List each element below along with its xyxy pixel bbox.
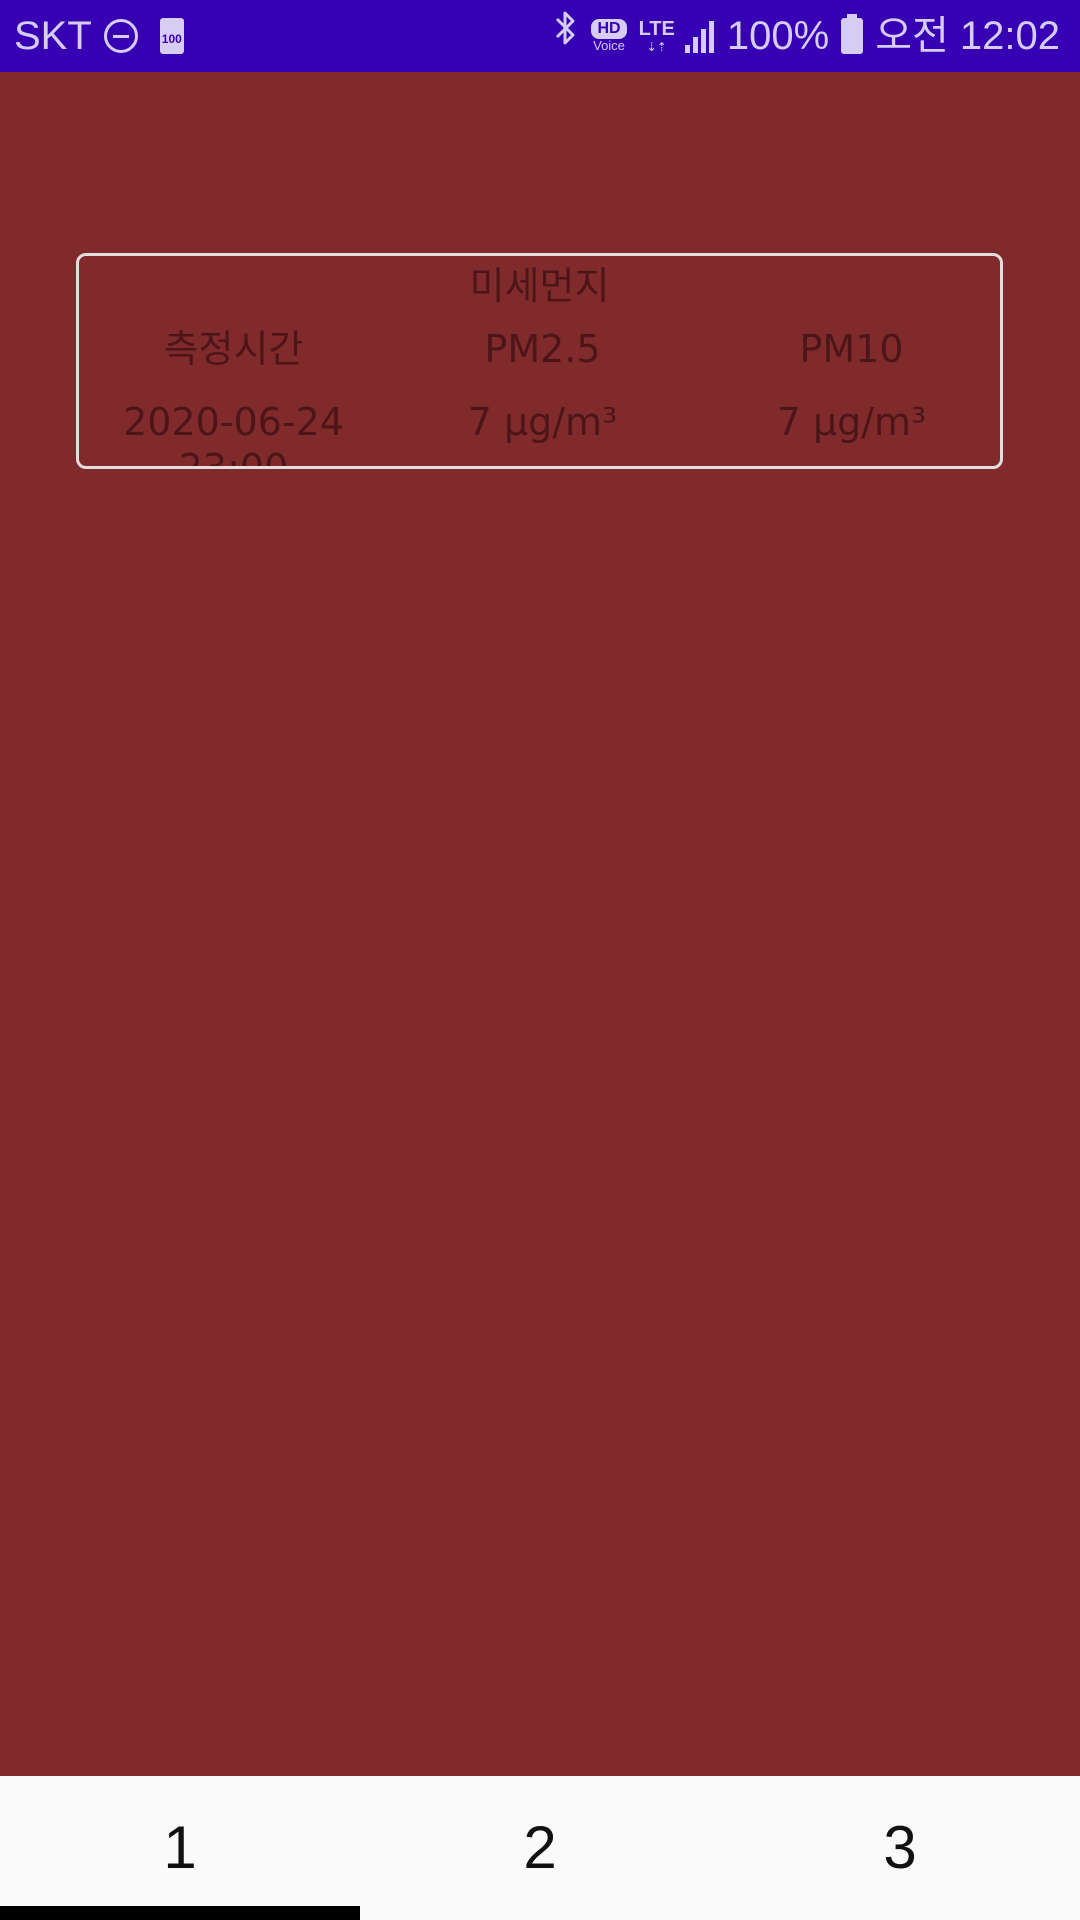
hd-voice-icon: HD Voice <box>591 19 627 53</box>
battery-percent: 100% <box>726 14 830 58</box>
signal-strength-icon <box>684 19 717 53</box>
battery-notification-icon: 100 <box>159 18 184 54</box>
fine-dust-card: 미세먼지 측정시간 PM2.5 PM10 2020-06-24 23:00 7 … <box>76 253 1003 469</box>
app-screen: SKT 100 HD Voice LTE ⇣⇡ 100% 오전 12:02 미세… <box>0 0 1080 1920</box>
bluetooth-icon <box>553 0 579 72</box>
status-bar: SKT 100 HD Voice LTE ⇣⇡ 100% 오전 12:02 <box>0 0 1080 72</box>
status-bar-left: SKT 100 <box>14 0 184 72</box>
status-bar-right: HD Voice LTE ⇣⇡ 100% 오전 12:02 <box>553 0 1060 72</box>
header-pm10: PM10 <box>799 327 904 371</box>
lte-arrows: ⇣⇡ <box>646 40 667 54</box>
header-measure-time: 측정시간 <box>163 327 304 371</box>
battery-icon <box>841 14 864 54</box>
tab-1[interactable]: 1 <box>0 1776 360 1920</box>
header-pm25: PM2.5 <box>484 327 601 371</box>
lte-icon: LTE ⇣⇡ <box>639 18 675 54</box>
voice-label: Voice <box>593 38 625 53</box>
bottom-tab-bar: 1 2 3 <box>0 1776 1080 1920</box>
do-not-disturb-icon <box>103 19 138 53</box>
card-title: 미세먼지 <box>469 264 610 308</box>
selected-tab-indicator <box>0 1906 360 1920</box>
tab-3[interactable]: 3 <box>720 1776 1080 1920</box>
value-pm25: 7 μg/m³ <box>467 400 618 444</box>
clock: 오전 12:02 <box>875 14 1060 58</box>
hd-label: HD <box>591 19 627 39</box>
value-pm10: 7 μg/m³ <box>776 400 927 444</box>
tab-2[interactable]: 2 <box>360 1776 720 1920</box>
value-measure-time: 2020-06-24 23:00 <box>123 400 344 469</box>
lte-label: LTE <box>638 18 675 40</box>
carrier-label: SKT <box>14 14 92 58</box>
battery-notification-label: 100 <box>161 32 182 46</box>
